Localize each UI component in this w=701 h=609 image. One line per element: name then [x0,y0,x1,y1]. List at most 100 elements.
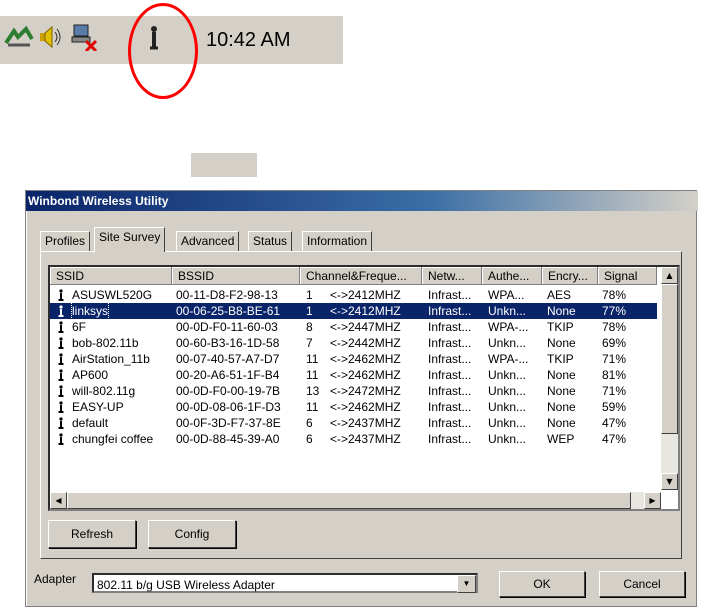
scroll-left-icon[interactable]: ◀ [50,492,67,509]
tab-status[interactable]: Status [248,231,293,251]
network-type-cell: Infrast... [428,288,472,302]
vertical-scroll-thumb[interactable] [661,284,678,434]
network-type-cell: Infrast... [428,368,472,382]
auth-cell: WPA-... [488,352,529,366]
encryption-cell: AES [547,288,572,302]
table-row[interactable]: default 00-0F-3D-F7-37-8E 6 <->2437MHZ Infra… [50,415,657,431]
adapter-value: 802.11 b/g USB Wireless Adapter [97,578,275,592]
table-row[interactable]: AirStation_11b 00-07-40-57-A7-D7 11 <->2462… [50,351,657,367]
frequency-cell: <->2447MHZ [330,320,401,334]
table-row[interactable]: bob-802.11b 00-60-B3-16-1D-58 7 <->2442MHZ I… [50,335,657,351]
signal-cell: 71% [602,352,627,366]
channel-cell: 8 [306,320,313,334]
vertical-scrollbar[interactable]: ▲ ▼ [661,267,678,490]
frequency-cell: <->2462MHZ [330,368,401,382]
access-point-icon [58,321,64,333]
bssid-cell: 00-60-B3-16-1D-58 [176,336,280,350]
frequency-cell: <->2462MHZ [330,352,401,366]
bssid-cell: 00-0D-88-45-39-A0 [176,432,280,446]
scroll-right-icon[interactable]: ▶ [644,492,661,509]
bssid-cell: 00-07-40-57-A7-D7 [176,352,280,366]
wireless-utility-window: Winbond Wireless Utility Profiles Site S… [25,190,698,607]
auth-cell: Unkn... [488,400,527,414]
refresh-button[interactable]: Refresh [48,520,136,548]
bssid-cell: 00-06-25-B8-BE-61 [176,304,281,318]
channel-cell: 11 [306,352,319,366]
column-header-bssid[interactable]: BSSID [172,267,300,285]
network-type-cell: Infrast... [428,320,472,334]
signal-cell: 47% [602,416,627,430]
encryption-cell: None [547,336,576,350]
cancel-button[interactable]: Cancel [599,571,685,597]
channel-cell: 6 [306,416,313,430]
table-row[interactable]: will-802.11g 00-0D-F0-00-19-7B 13 <->2472MH… [50,383,657,399]
auth-cell: Unkn... [488,416,527,430]
network-disconnected-icon[interactable] [68,22,98,52]
ssid-cell: default [72,416,109,430]
column-header-network[interactable]: Netw... [422,267,482,285]
ssid-cell: bob-802.11b [72,336,139,350]
table-row[interactable]: 6F 00-0D-F0-11-60-03 8 <->2447MHZ Infrast...… [50,319,657,335]
table-row[interactable]: AP600 00-20-A6-51-1F-B4 11 <->2462MHZ Infras… [50,367,657,383]
speaker-icon[interactable] [36,22,64,52]
network-type-cell: Infrast... [428,304,472,318]
signal-cell: 69% [602,336,627,350]
column-header-auth[interactable]: Authe... [482,267,542,285]
scroll-down-icon[interactable]: ▼ [661,473,678,490]
clock[interactable]: 10:42 AM [206,29,291,52]
frequency-cell: <->2462MHZ [330,400,401,414]
tab-information[interactable]: Information [302,231,373,251]
bssid-cell: 00-0D-08-06-1F-D3 [176,400,281,414]
table-row[interactable]: linksys 00-06-25-B8-BE-61 1 <->2412MHZ Infra… [50,302,657,320]
adapter-select[interactable]: 802.11 b/g USB Wireless Adapter ▼ [92,573,478,593]
access-point-icon [58,337,64,349]
tab-site-survey[interactable]: Site Survey [94,227,166,252]
table-row[interactable]: chungfei coffee 00-0D-88-45-39-A0 6 <->2437… [50,431,657,447]
channel-cell: 7 [306,336,313,350]
frequency-cell: <->2437MHZ [330,416,401,430]
access-point-icon [58,401,64,413]
network-type-cell: Infrast... [428,400,472,414]
channel-cell: 1 [306,288,313,302]
tab-advanced[interactable]: Advanced [176,231,240,251]
column-header-encryption[interactable]: Encry... [542,267,598,285]
auth-cell: Unkn... [488,336,527,350]
horizontal-scrollbar[interactable]: ◀ ▶ [50,492,661,509]
access-point-icon [58,433,64,445]
column-header-ssid[interactable]: SSID [50,267,172,285]
bssid-cell: 00-20-A6-51-1F-B4 [176,368,280,382]
channel-cell: 11 [306,400,319,414]
ssid-cell: will-802.11g [72,384,136,398]
table-row[interactable]: EASY-UP 00-0D-08-06-1F-D3 11 <->2462MHZ Infr… [50,399,657,415]
adapter-label: Adapter [34,572,77,586]
encryption-cell: TKIP [547,320,574,334]
scroll-up-icon[interactable]: ▲ [661,267,678,284]
chevron-down-icon[interactable]: ▼ [457,575,476,593]
network-type-cell: Infrast... [428,336,472,350]
tab-profiles[interactable]: Profiles [40,231,91,251]
auth-cell: WPA... [488,288,525,302]
table-row[interactable]: ASUSWL520G 00-11-D8-F2-98-13 1 <->2412MHZ In… [50,287,657,303]
frequency-cell: <->2472MHZ [330,384,401,398]
signal-cell: 59% [602,400,627,414]
window-title[interactable]: Winbond Wireless Utility [26,191,698,211]
access-point-icon [58,369,64,381]
auth-cell: Unkn... [488,384,527,398]
bssid-cell: 00-0D-F0-11-60-03 [176,320,278,334]
auth-cell: Unkn... [488,304,527,318]
ssid-cell: AP600 [72,368,109,382]
access-point-icon [58,417,64,429]
column-header-signal[interactable]: Signal [598,267,657,285]
network-icon[interactable] [4,22,34,52]
ssid-cell: linksys [70,302,110,320]
ok-button[interactable]: OK [499,571,585,597]
network-type-cell: Infrast... [428,352,472,366]
auth-cell: WPA-... [488,320,529,334]
encryption-cell: None [547,304,576,318]
site-survey-list[interactable]: SSID BSSID Channel&Freque... Netw... Aut… [48,265,680,511]
column-header-channel[interactable]: Channel&Freque... [300,267,422,285]
network-type-cell: Infrast... [428,416,472,430]
horizontal-scroll-thumb[interactable] [67,492,631,509]
config-button[interactable]: Config [148,520,236,548]
encryption-cell: TKIP [547,352,574,366]
